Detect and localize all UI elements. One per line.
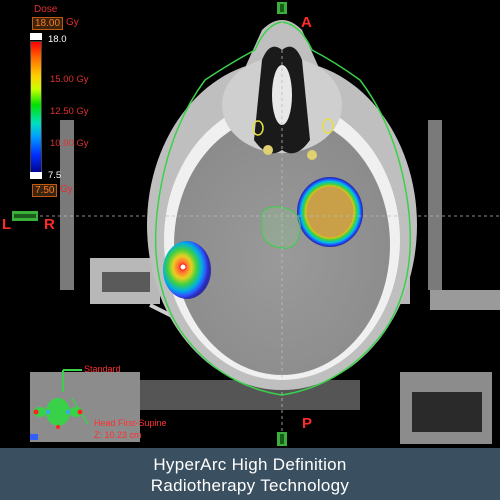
- caption-banner: HyperArc High Definition Radiotherapy Te…: [0, 448, 500, 500]
- dose-min-unit: Gy: [60, 184, 73, 195]
- dose-label-15: 15.00 Gy: [50, 74, 89, 85]
- dose-label-10: 10.00 Gy: [50, 138, 89, 149]
- dose-panel-title: Dose: [34, 4, 58, 15]
- view-label: Standard: [84, 364, 121, 374]
- orientation-anterior: A: [301, 14, 312, 31]
- z-coordinate-label: Z: 10.23 cm: [94, 430, 142, 440]
- orientation-right: R: [44, 216, 55, 233]
- dose-label-12-5: 12.50 Gy: [50, 106, 89, 117]
- ct-viewer[interactable]: Dose 18.00 Gy 18.0 15.00 Gy 12.50 Gy 10.…: [0, 0, 500, 448]
- caption-line-1: HyperArc High Definition: [153, 455, 347, 474]
- caption-line-2: Radiotherapy Technology: [150, 476, 350, 495]
- ct-slice-image[interactable]: [0, 0, 500, 448]
- dose-region-small: [163, 241, 211, 299]
- central-structure-contour: [261, 206, 301, 249]
- dose-max-field[interactable]: 18.00: [32, 17, 64, 30]
- dose-min-field[interactable]: 7.50: [32, 184, 58, 197]
- dose-max-unit: Gy: [66, 17, 79, 28]
- dose-scale-bottom-label: 7.5: [48, 170, 62, 181]
- orientation-left: L: [2, 216, 12, 233]
- orientation-posterior: P: [302, 415, 313, 432]
- patient-orientation-label: Head First-Supine: [94, 418, 167, 428]
- dose-colorbar: [30, 41, 42, 174]
- dose-max-marker[interactable]: [30, 33, 42, 40]
- dose-min-marker[interactable]: [30, 172, 42, 179]
- dose-scale-top-label: 18.0: [48, 34, 67, 45]
